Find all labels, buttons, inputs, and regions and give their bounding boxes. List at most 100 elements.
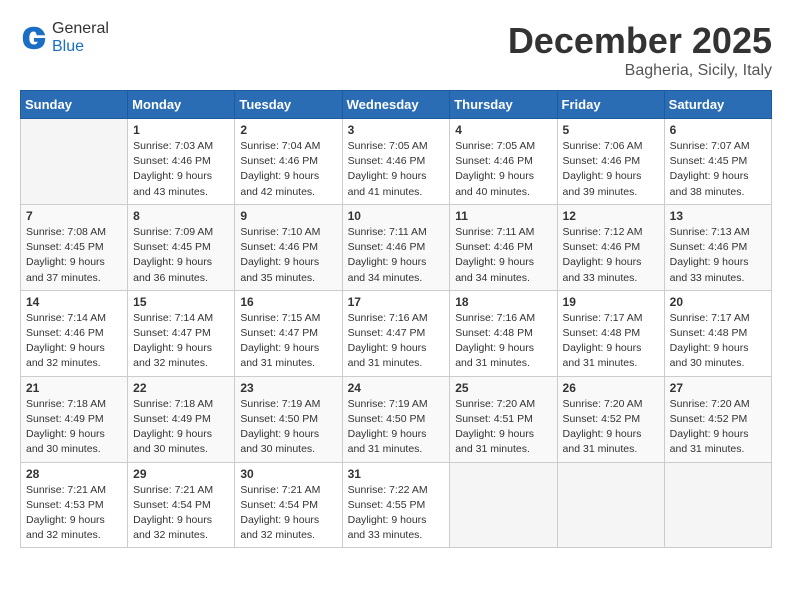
cell-info: Sunrise: 7:19 AMSunset: 4:50 PMDaylight:… [348, 397, 445, 458]
calendar-cell: 25Sunrise: 7:20 AMSunset: 4:51 PMDayligh… [450, 376, 557, 462]
weekday-header-friday: Friday [557, 91, 664, 119]
calendar-cell: 29 Sunrise: 7:21 AMSunset: 4:54 PMDayligh… [128, 462, 235, 548]
calendar-cell: 28 Sunrise: 7:21 AMSunset: 4:53 PMDayligh… [21, 462, 128, 548]
calendar-cell: 20 Sunrise: 7:17 AMSunset: 4:48 PMDayligh… [664, 290, 771, 376]
title-block: December 2025 Bagheria, Sicily, Italy [508, 20, 772, 80]
cell-info: Sunrise: 7:21 AMSunset: 4:54 PMDaylight:… [133, 483, 229, 544]
cell-info: Sunrise: 7:11 AMSunset: 4:46 PMDaylight:… [348, 225, 445, 286]
cell-info: Sunrise: 7:18 AMSunset: 4:49 PMDaylight:… [26, 397, 122, 458]
day-number: 17 [348, 295, 445, 309]
calendar-cell: 9 Sunrise: 7:10 AMSunset: 4:46 PMDaylight… [235, 204, 342, 290]
day-number: 4 [455, 123, 551, 137]
calendar-cell: 24 Sunrise: 7:19 AMSunset: 4:50 PMDayligh… [342, 376, 450, 462]
day-number: 29 [133, 467, 229, 481]
day-number: 26 [563, 381, 659, 395]
calendar-cell [21, 119, 128, 205]
cell-info: Sunrise: 7:06 AMSunset: 4:46 PMDaylight:… [563, 139, 659, 200]
calendar-cell: 10 Sunrise: 7:11 AMSunset: 4:46 PMDayligh… [342, 204, 450, 290]
day-number: 1 [133, 123, 229, 137]
day-number: 2 [240, 123, 336, 137]
logo-general-text: General [52, 20, 109, 37]
calendar-week-row: 28 Sunrise: 7:21 AMSunset: 4:53 PMDayligh… [21, 462, 772, 548]
cell-info: Sunrise: 7:16 AMSunset: 4:48 PMDaylight:… [455, 311, 551, 372]
cell-info: Sunrise: 7:21 AMSunset: 4:53 PMDaylight:… [26, 483, 122, 544]
cell-info: Sunrise: 7:17 AMSunset: 4:48 PMDaylight:… [670, 311, 766, 372]
month-title: December 2025 [508, 20, 772, 62]
calendar-cell: 3Sunrise: 7:05 AMSunset: 4:46 PMDaylight… [342, 119, 450, 205]
day-number: 30 [240, 467, 336, 481]
weekday-header-saturday: Saturday [664, 91, 771, 119]
cell-info: Sunrise: 7:14 AMSunset: 4:47 PMDaylight:… [133, 311, 229, 372]
calendar-cell: 15 Sunrise: 7:14 AMSunset: 4:47 PMDayligh… [128, 290, 235, 376]
calendar-cell: 16 Sunrise: 7:15 AMSunset: 4:47 PMDayligh… [235, 290, 342, 376]
calendar-cell: 18Sunrise: 7:16 AMSunset: 4:48 PMDayligh… [450, 290, 557, 376]
calendar-cell: 22 Sunrise: 7:18 AMSunset: 4:49 PMDayligh… [128, 376, 235, 462]
day-number: 3 [348, 123, 445, 137]
calendar-cell: 26 Sunrise: 7:20 AMSunset: 4:52 PMDayligh… [557, 376, 664, 462]
cell-info: Sunrise: 7:11 AMSunset: 4:46 PMDaylight:… [455, 225, 551, 286]
calendar-cell: 6 Sunrise: 7:07 AMSunset: 4:45 PMDaylight… [664, 119, 771, 205]
weekday-header-tuesday: Tuesday [235, 91, 342, 119]
day-number: 22 [133, 381, 229, 395]
cell-info: Sunrise: 7:16 AMSunset: 4:47 PMDaylight:… [348, 311, 445, 372]
calendar-cell: 5Sunrise: 7:06 AMSunset: 4:46 PMDaylight… [557, 119, 664, 205]
cell-info: Sunrise: 7:20 AMSunset: 4:52 PMDaylight:… [563, 397, 659, 458]
logo-mark: General Blue [20, 20, 109, 56]
calendar-cell: 17 Sunrise: 7:16 AMSunset: 4:47 PMDayligh… [342, 290, 450, 376]
cell-info: Sunrise: 7:03 AMSunset: 4:46 PMDaylight:… [133, 139, 229, 200]
logo-icon [20, 24, 48, 52]
day-number: 8 [133, 209, 229, 223]
cell-info: Sunrise: 7:21 AMSunset: 4:54 PMDaylight:… [240, 483, 336, 544]
cell-info: Sunrise: 7:05 AMSunset: 4:46 PMDaylight:… [455, 139, 551, 200]
calendar-cell: 19 Sunrise: 7:17 AMSunset: 4:48 PMDayligh… [557, 290, 664, 376]
day-number: 23 [240, 381, 336, 395]
day-number: 25 [455, 381, 551, 395]
day-number: 9 [240, 209, 336, 223]
cell-info: Sunrise: 7:14 AMSunset: 4:46 PMDaylight:… [26, 311, 122, 372]
logo-blue-text: Blue [52, 38, 84, 55]
calendar-cell [664, 462, 771, 548]
calendar-cell: 1 Sunrise: 7:03 AMSunset: 4:46 PMDaylight… [128, 119, 235, 205]
weekday-header-monday: Monday [128, 91, 235, 119]
weekday-header-row: SundayMondayTuesdayWednesdayThursdayFrid… [21, 91, 772, 119]
calendar-cell: 7Sunrise: 7:08 AMSunset: 4:45 PMDaylight… [21, 204, 128, 290]
calendar-cell: 11 Sunrise: 7:11 AMSunset: 4:46 PMDayligh… [450, 204, 557, 290]
logo: General Blue [20, 20, 109, 56]
calendar-table: SundayMondayTuesdayWednesdayThursdayFrid… [20, 90, 772, 548]
calendar-cell: 27Sunrise: 7:20 AMSunset: 4:52 PMDayligh… [664, 376, 771, 462]
cell-info: Sunrise: 7:09 AMSunset: 4:45 PMDaylight:… [133, 225, 229, 286]
calendar-cell [557, 462, 664, 548]
day-number: 21 [26, 381, 122, 395]
weekday-header-sunday: Sunday [21, 91, 128, 119]
cell-info: Sunrise: 7:20 AMSunset: 4:52 PMDaylight:… [670, 397, 766, 458]
day-number: 11 [455, 209, 551, 223]
calendar-week-row: 1 Sunrise: 7:03 AMSunset: 4:46 PMDaylight… [21, 119, 772, 205]
page-header: General Blue December 2025 Bagheria, Sic… [20, 20, 772, 80]
day-number: 19 [563, 295, 659, 309]
calendar-cell: 14 Sunrise: 7:14 AMSunset: 4:46 PMDayligh… [21, 290, 128, 376]
calendar-week-row: 7Sunrise: 7:08 AMSunset: 4:45 PMDaylight… [21, 204, 772, 290]
day-number: 6 [670, 123, 766, 137]
day-number: 24 [348, 381, 445, 395]
calendar-cell: 31 Sunrise: 7:22 AMSunset: 4:55 PMDayligh… [342, 462, 450, 548]
cell-info: Sunrise: 7:22 AMSunset: 4:55 PMDaylight:… [348, 483, 445, 544]
day-number: 20 [670, 295, 766, 309]
day-number: 28 [26, 467, 122, 481]
day-number: 16 [240, 295, 336, 309]
day-number: 31 [348, 467, 445, 481]
cell-info: Sunrise: 7:07 AMSunset: 4:45 PMDaylight:… [670, 139, 766, 200]
day-number: 14 [26, 295, 122, 309]
calendar-cell: 2Sunrise: 7:04 AMSunset: 4:46 PMDaylight… [235, 119, 342, 205]
cell-info: Sunrise: 7:10 AMSunset: 4:46 PMDaylight:… [240, 225, 336, 286]
weekday-header-thursday: Thursday [450, 91, 557, 119]
cell-info: Sunrise: 7:17 AMSunset: 4:48 PMDaylight:… [563, 311, 659, 372]
calendar-cell: 8 Sunrise: 7:09 AMSunset: 4:45 PMDaylight… [128, 204, 235, 290]
cell-info: Sunrise: 7:12 AMSunset: 4:46 PMDaylight:… [563, 225, 659, 286]
calendar-week-row: 14 Sunrise: 7:14 AMSunset: 4:46 PMDayligh… [21, 290, 772, 376]
cell-info: Sunrise: 7:15 AMSunset: 4:47 PMDaylight:… [240, 311, 336, 372]
calendar-cell: 4 Sunrise: 7:05 AMSunset: 4:46 PMDaylight… [450, 119, 557, 205]
day-number: 10 [348, 209, 445, 223]
weekday-header-wednesday: Wednesday [342, 91, 450, 119]
cell-info: Sunrise: 7:18 AMSunset: 4:49 PMDaylight:… [133, 397, 229, 458]
day-number: 15 [133, 295, 229, 309]
